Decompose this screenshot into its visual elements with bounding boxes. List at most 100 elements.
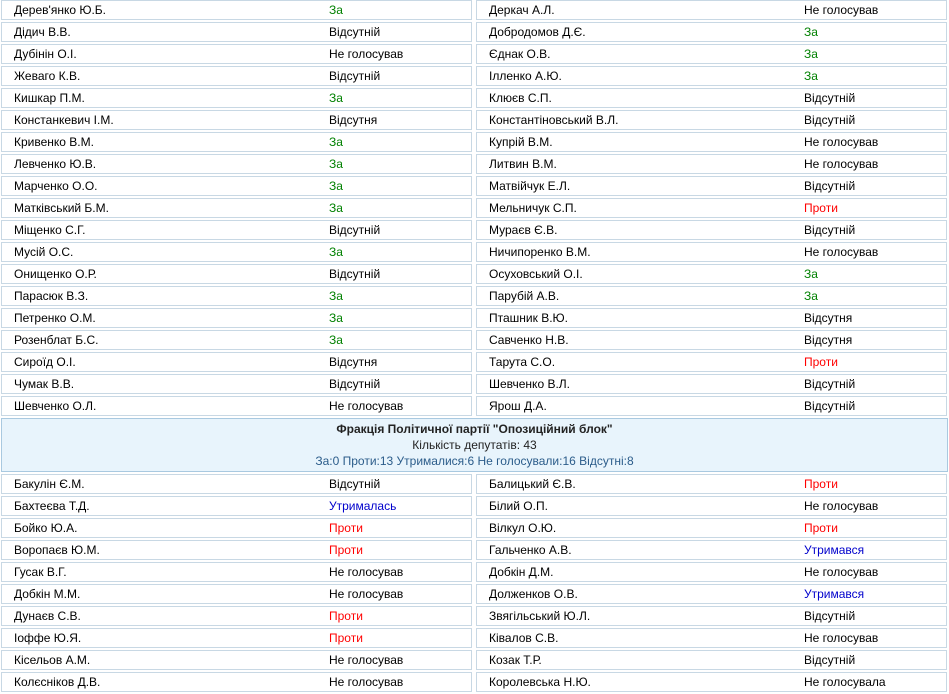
deputy-name: Міщенко С.Г.: [14, 223, 86, 237]
deputy-name: Чумак В.В.: [14, 377, 75, 391]
deputy-row: Козак Т.Р. Відсутній: [476, 650, 947, 670]
top-right-column: Деркач А.Л. Не голосував Добродомов Д.Є. За…: [476, 0, 947, 418]
top-left-column: Дерев'янко Ю.Б. За Дідич В.В. Відсутній Дубі…: [1, 0, 472, 418]
deputy-vote: Не голосував: [329, 653, 404, 667]
deputy-vote: Відсутній: [329, 267, 381, 281]
deputy-name: Ничипоренко В.М.: [489, 245, 591, 259]
deputy-vote: За: [329, 3, 343, 17]
deputy-name: Звягільський Ю.Л.: [489, 609, 591, 623]
deputy-row: Парубій А.В. За: [476, 286, 947, 306]
deputy-row: Пташник В.Ю. Відсутня: [476, 308, 947, 328]
deputy-row: Мураєв Є.В. Відсутній: [476, 220, 947, 240]
deputy-row: Купрій В.М. Не голосував: [476, 132, 947, 152]
deputy-name: Литвин В.М.: [489, 157, 557, 171]
deputy-name: Єднак О.В.: [489, 47, 551, 61]
deputy-row: Констанкевич І.М. Відсутня: [1, 110, 472, 130]
deputy-vote: За: [329, 289, 343, 303]
deputy-vote: Відсутня: [329, 355, 378, 369]
deputy-name: Бахтеєва Т.Д.: [14, 499, 90, 513]
deputy-row: Дідич В.В. Відсутній: [1, 22, 472, 42]
deputy-name: Кривенко В.М.: [14, 135, 94, 149]
deputy-row: Дунаєв С.В. Проти: [1, 606, 472, 626]
deputy-vote: Не голосував: [804, 565, 879, 579]
deputy-row: Петренко О.М. За: [1, 308, 472, 328]
deputy-vote: Проти: [804, 521, 838, 535]
deputy-row: Вілкул О.Ю. Проти: [476, 518, 947, 538]
deputy-name: Шевченко В.Л.: [489, 377, 570, 391]
deputy-name: Білий О.П.: [489, 499, 548, 513]
deputy-row: Шевченко В.Л. Відсутній: [476, 374, 947, 394]
deputy-name: Долженков О.В.: [489, 587, 578, 601]
deputy-name: Колєсніков Д.В.: [14, 675, 101, 689]
deputy-row: Левченко Ю.В. За: [1, 154, 472, 174]
deputy-row: Чумак В.В. Відсутній: [1, 374, 472, 394]
deputy-row: Ілленко А.Ю. За: [476, 66, 947, 86]
deputy-row: Дубінін О.І. Не голосував: [1, 44, 472, 64]
deputy-vote: Відсутній: [804, 653, 856, 667]
deputy-vote: За: [804, 47, 818, 61]
deputy-vote: Відсутній: [329, 377, 381, 391]
deputy-row: Мусій О.С. За: [1, 242, 472, 262]
deputy-vote: Не голосував: [804, 499, 879, 513]
deputy-vote: Відсутній: [804, 91, 856, 105]
deputy-vote: Проти: [329, 609, 363, 623]
deputy-vote: Утримався: [804, 587, 865, 601]
top-deputies-grid: Дерев'янко Ю.Б. За Дідич В.В. Відсутній Дубі…: [0, 0, 949, 418]
deputy-row: Онищенко О.Р. Відсутній: [1, 264, 472, 284]
deputy-name: Гальченко А.В.: [489, 543, 572, 557]
deputy-vote: Відсутня: [804, 311, 853, 325]
deputy-row: Константіновський В.Л. Відсутній: [476, 110, 947, 130]
deputy-name: Петренко О.М.: [14, 311, 96, 325]
deputy-vote: За: [804, 289, 818, 303]
deputy-vote: За: [329, 91, 343, 105]
deputy-vote: Не голосував: [329, 675, 404, 689]
deputy-name: Савченко Н.В.: [489, 333, 569, 347]
deputy-row: Матківський Б.М. За: [1, 198, 472, 218]
deputy-vote: За: [804, 69, 818, 83]
deputy-name: Ківалов С.В.: [489, 631, 559, 645]
deputy-row: Гальченко А.В. Утримався: [476, 540, 947, 560]
deputy-name: Сироїд О.І.: [14, 355, 76, 369]
deputy-name: Вілкул О.Ю.: [489, 521, 557, 535]
deputy-vote: Відсутній: [329, 223, 381, 237]
deputy-name: Купрій В.М.: [489, 135, 553, 149]
deputy-name: Добродомов Д.Є.: [489, 25, 586, 39]
deputy-name: Кісельов А.М.: [14, 653, 91, 667]
deputy-vote: Не голосував: [804, 157, 879, 171]
deputy-row: Марченко О.О. За: [1, 176, 472, 196]
deputy-name: Дунаєв С.В.: [14, 609, 81, 623]
deputy-vote: Відсутній: [804, 179, 856, 193]
deputy-name: Кишкар П.М.: [14, 91, 85, 105]
deputy-name: Бойко Ю.А.: [14, 521, 78, 535]
deputy-vote: Відсутній: [804, 377, 856, 391]
deputy-vote: Відсутній: [329, 477, 381, 491]
deputy-name: Ярош Д.А.: [489, 399, 547, 413]
deputy-name: Матківський Б.М.: [14, 201, 109, 215]
deputy-name: Парубій А.В.: [489, 289, 560, 303]
deputy-name: Марченко О.О.: [14, 179, 98, 193]
deputy-vote: Проти: [804, 355, 838, 369]
deputy-row: Тарута С.О. Проти: [476, 352, 947, 372]
deputy-name: Мураєв Є.В.: [489, 223, 558, 237]
deputy-row: Парасюк В.З. За: [1, 286, 472, 306]
deputy-vote: Не голосував: [804, 135, 879, 149]
deputy-name: Ілленко А.Ю.: [489, 69, 562, 83]
deputy-vote: Відсутній: [804, 399, 856, 413]
deputy-vote: За: [804, 25, 818, 39]
deputy-name: Воропаєв Ю.М.: [14, 543, 100, 557]
deputy-vote: За: [804, 267, 818, 281]
deputy-row: Кишкар П.М. За: [1, 88, 472, 108]
deputy-row: Кісельов А.М. Не голосував: [1, 650, 472, 670]
deputy-row: Жеваго К.В. Відсутній: [1, 66, 472, 86]
faction-title: Фракція Політичної партії "Опозиційний б…: [336, 422, 613, 436]
deputy-row: Дерев'янко Ю.Б. За: [1, 0, 472, 20]
deputy-name: Шевченко О.Л.: [14, 399, 97, 413]
deputy-vote: Утримався: [804, 543, 865, 557]
deputy-vote: Не голосував: [804, 631, 879, 645]
deputy-vote: Утрималась: [329, 499, 397, 513]
deputy-vote: Відсутня: [804, 333, 853, 347]
deputy-row: Звягільський Ю.Л. Відсутній: [476, 606, 947, 626]
deputy-vote: Проти: [329, 543, 363, 557]
deputy-vote: Проти: [329, 631, 363, 645]
deputy-name: Онищенко О.Р.: [14, 267, 97, 281]
